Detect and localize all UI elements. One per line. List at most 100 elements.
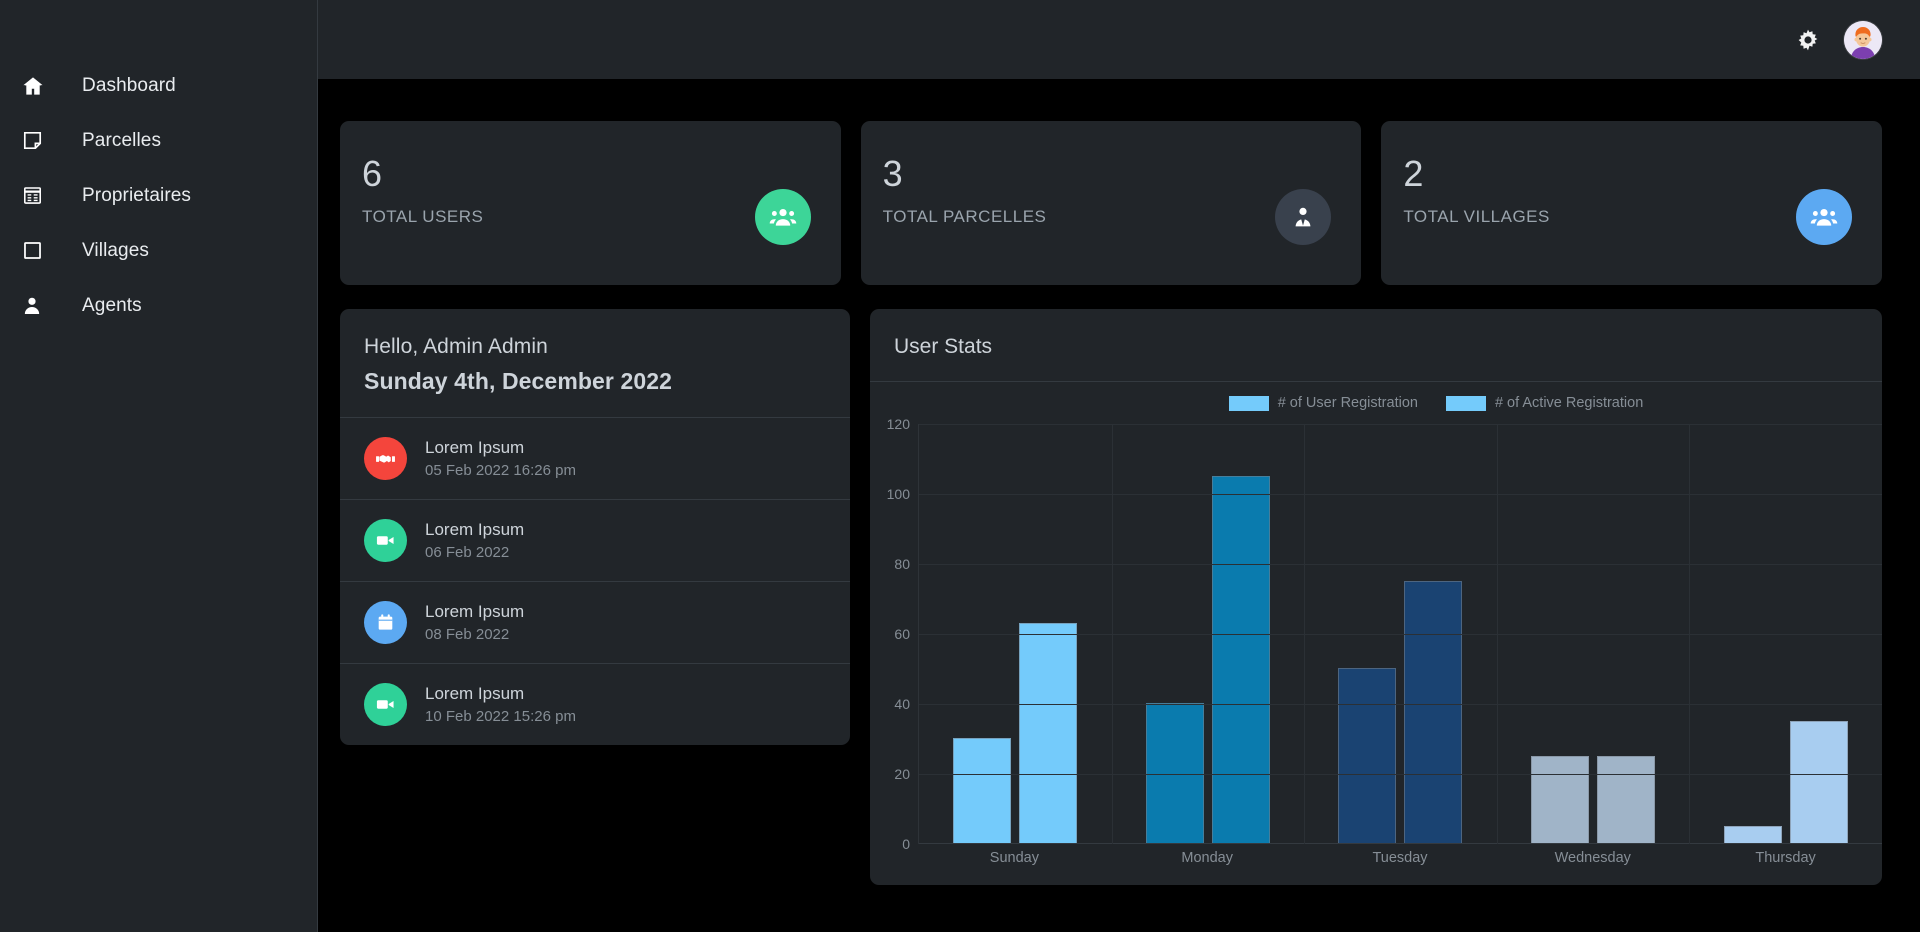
person-icon bbox=[22, 295, 62, 316]
stat-cards-row: 6 TOTAL USERS 3 TOTAL PARCELLES 2 TOTAL … bbox=[340, 121, 1883, 285]
home-icon bbox=[22, 75, 62, 97]
list-item-title: Lorem Ipsum bbox=[425, 684, 525, 703]
list-card-icon bbox=[22, 185, 62, 206]
sidebar-item-villages[interactable]: Villages bbox=[0, 223, 317, 278]
gridline bbox=[919, 704, 1882, 705]
chart-plot bbox=[918, 424, 1882, 844]
sidebar-item-dashboard[interactable]: Dashboard bbox=[0, 58, 317, 113]
video-camera-icon bbox=[364, 519, 407, 562]
stat-card-total-parcelles[interactable]: 3 TOTAL PARCELLES bbox=[860, 121, 1362, 285]
x-axis-tick-label: Tuesday bbox=[1372, 850, 1428, 866]
app-root: Dashboard Parcelles Proprietaires Villag… bbox=[0, 0, 1920, 932]
list-item-time: 06 Feb 2022 bbox=[425, 544, 510, 561]
legend-label: # of User Registration bbox=[1277, 395, 1418, 411]
chart-plot-area: 0 20 40 60 80 100 120 Sunday Monday Tuesday Wedne… bbox=[870, 416, 1882, 885]
list-item[interactable]: Lorem Ipsum 05 Feb 2022 16:26 pm bbox=[340, 417, 850, 499]
gridline-vertical bbox=[1689, 424, 1691, 844]
stat-card-total-users[interactable]: 6 TOTAL USERS bbox=[340, 121, 841, 285]
gridline-vertical bbox=[1304, 424, 1306, 844]
gridline bbox=[919, 774, 1882, 775]
gridline-vertical bbox=[1111, 424, 1113, 844]
legend-item[interactable]: # of User Registration bbox=[1228, 395, 1418, 411]
gridline bbox=[919, 564, 1882, 565]
chart-x-labels: Sunday Monday Tuesday Wednesday Thursday bbox=[918, 850, 1882, 866]
greeting-text: Hello, Admin Admin bbox=[364, 335, 548, 358]
y-axis-tick-label: 100 bbox=[886, 486, 910, 502]
stat-value: 3 bbox=[882, 153, 903, 194]
avatar[interactable] bbox=[1844, 20, 1882, 59]
current-date: Sunday 4th, December 2022 bbox=[364, 368, 673, 394]
y-axis-tick-label: 120 bbox=[886, 416, 910, 432]
stat-value: 6 bbox=[362, 153, 383, 194]
bar[interactable] bbox=[1145, 703, 1204, 843]
x-axis-tick-label: Wednesday bbox=[1554, 850, 1631, 866]
list-item-time: 05 Feb 2022 16:26 pm bbox=[425, 462, 576, 479]
square-icon bbox=[22, 240, 62, 261]
sidebar: Dashboard Parcelles Proprietaires Villag… bbox=[0, 0, 318, 932]
topbar bbox=[318, 0, 1920, 79]
gridline-vertical bbox=[1496, 424, 1498, 844]
sidebar-item-agents[interactable]: Agents bbox=[0, 278, 317, 333]
sidebar-item-label: Proprietaires bbox=[82, 184, 192, 206]
sidebar-item-label: Villages bbox=[82, 239, 149, 261]
x-axis-tick-label: Thursday bbox=[1755, 850, 1816, 866]
bar[interactable] bbox=[1338, 668, 1397, 843]
people-group-icon bbox=[1796, 189, 1853, 245]
chart-title: User Stats bbox=[870, 309, 1882, 382]
sidebar-item-label: Parcelles bbox=[82, 129, 162, 151]
y-axis-tick-label: 20 bbox=[894, 766, 910, 782]
lower-row: Hello, Admin Admin Sunday 4th, December … bbox=[340, 309, 1882, 885]
x-axis-tick-label: Monday bbox=[1181, 850, 1233, 866]
y-axis-tick-label: 60 bbox=[894, 626, 910, 642]
legend-item[interactable]: # of Active Registration bbox=[1445, 395, 1644, 411]
sidebar-item-label: Agents bbox=[82, 294, 142, 316]
stat-text-block: 6 TOTAL USERS bbox=[362, 147, 483, 227]
bar[interactable] bbox=[1531, 755, 1590, 843]
x-axis-tick-label: Sunday bbox=[989, 850, 1039, 866]
list-item-title: Lorem Ipsum bbox=[425, 520, 525, 539]
chart-legend: # of User Registration # of Active Regist… bbox=[870, 382, 1882, 424]
content-area: 6 TOTAL USERS 3 TOTAL PARCELLES 2 TOTAL … bbox=[318, 79, 1920, 932]
list-item-texts: Lorem Ipsum 06 Feb 2022 bbox=[425, 520, 524, 561]
stat-card-total-villages[interactable]: 2 TOTAL VILLAGES bbox=[1381, 121, 1883, 285]
stat-label: TOTAL PARCELLES bbox=[882, 206, 1047, 226]
bar[interactable] bbox=[1789, 720, 1848, 843]
stat-text-block: 2 TOTAL VILLAGES bbox=[1403, 147, 1550, 227]
legend-swatch bbox=[1445, 395, 1486, 411]
bar[interactable] bbox=[1597, 755, 1656, 843]
bar[interactable] bbox=[953, 738, 1012, 843]
stat-label: TOTAL VILLAGES bbox=[1403, 206, 1550, 226]
sidebar-item-proprietaires[interactable]: Proprietaires bbox=[0, 168, 317, 223]
handshake-icon bbox=[364, 437, 407, 480]
stat-text-block: 3 TOTAL PARCELLES bbox=[883, 147, 1047, 227]
gridline bbox=[919, 424, 1882, 425]
y-axis-tick-label: 40 bbox=[894, 696, 910, 712]
note-icon bbox=[22, 130, 62, 151]
main-column: 6 TOTAL USERS 3 TOTAL PARCELLES 2 TOTAL … bbox=[318, 0, 1920, 932]
sidebar-item-parcelles[interactable]: Parcelles bbox=[0, 113, 317, 168]
list-item[interactable]: Lorem Ipsum 08 Feb 2022 bbox=[340, 581, 850, 663]
sidebar-item-label: Dashboard bbox=[82, 74, 176, 96]
list-item-time: 08 Feb 2022 bbox=[425, 626, 510, 643]
gear-icon[interactable] bbox=[1796, 28, 1820, 52]
bar[interactable] bbox=[1211, 475, 1270, 843]
business-person-icon bbox=[1275, 189, 1332, 245]
legend-label: # of Active Registration bbox=[1494, 395, 1644, 411]
list-item-texts: Lorem Ipsum 10 Feb 2022 15:26 pm bbox=[425, 684, 576, 725]
gridline bbox=[919, 634, 1882, 635]
bar[interactable] bbox=[1019, 622, 1078, 843]
list-item[interactable]: Lorem Ipsum 10 Feb 2022 15:26 pm bbox=[340, 663, 850, 745]
user-stats-chart-card: User Stats # of User Registration # of Ac… bbox=[870, 309, 1882, 885]
calendar-icon bbox=[364, 601, 407, 644]
list-item-texts: Lorem Ipsum 08 Feb 2022 bbox=[425, 602, 524, 643]
chart-body: # of User Registration # of Active Regist… bbox=[870, 382, 1882, 885]
stat-value: 2 bbox=[1403, 153, 1424, 194]
greeting-header: Hello, Admin Admin Sunday 4th, December … bbox=[340, 309, 850, 417]
list-item[interactable]: Lorem Ipsum 06 Feb 2022 bbox=[340, 499, 850, 581]
bar[interactable] bbox=[1723, 825, 1782, 843]
bar[interactable] bbox=[1404, 580, 1463, 843]
legend-swatch bbox=[1228, 395, 1269, 411]
list-item-texts: Lorem Ipsum 05 Feb 2022 16:26 pm bbox=[425, 438, 576, 479]
list-item-title: Lorem Ipsum bbox=[425, 602, 525, 621]
people-group-icon bbox=[754, 189, 811, 245]
